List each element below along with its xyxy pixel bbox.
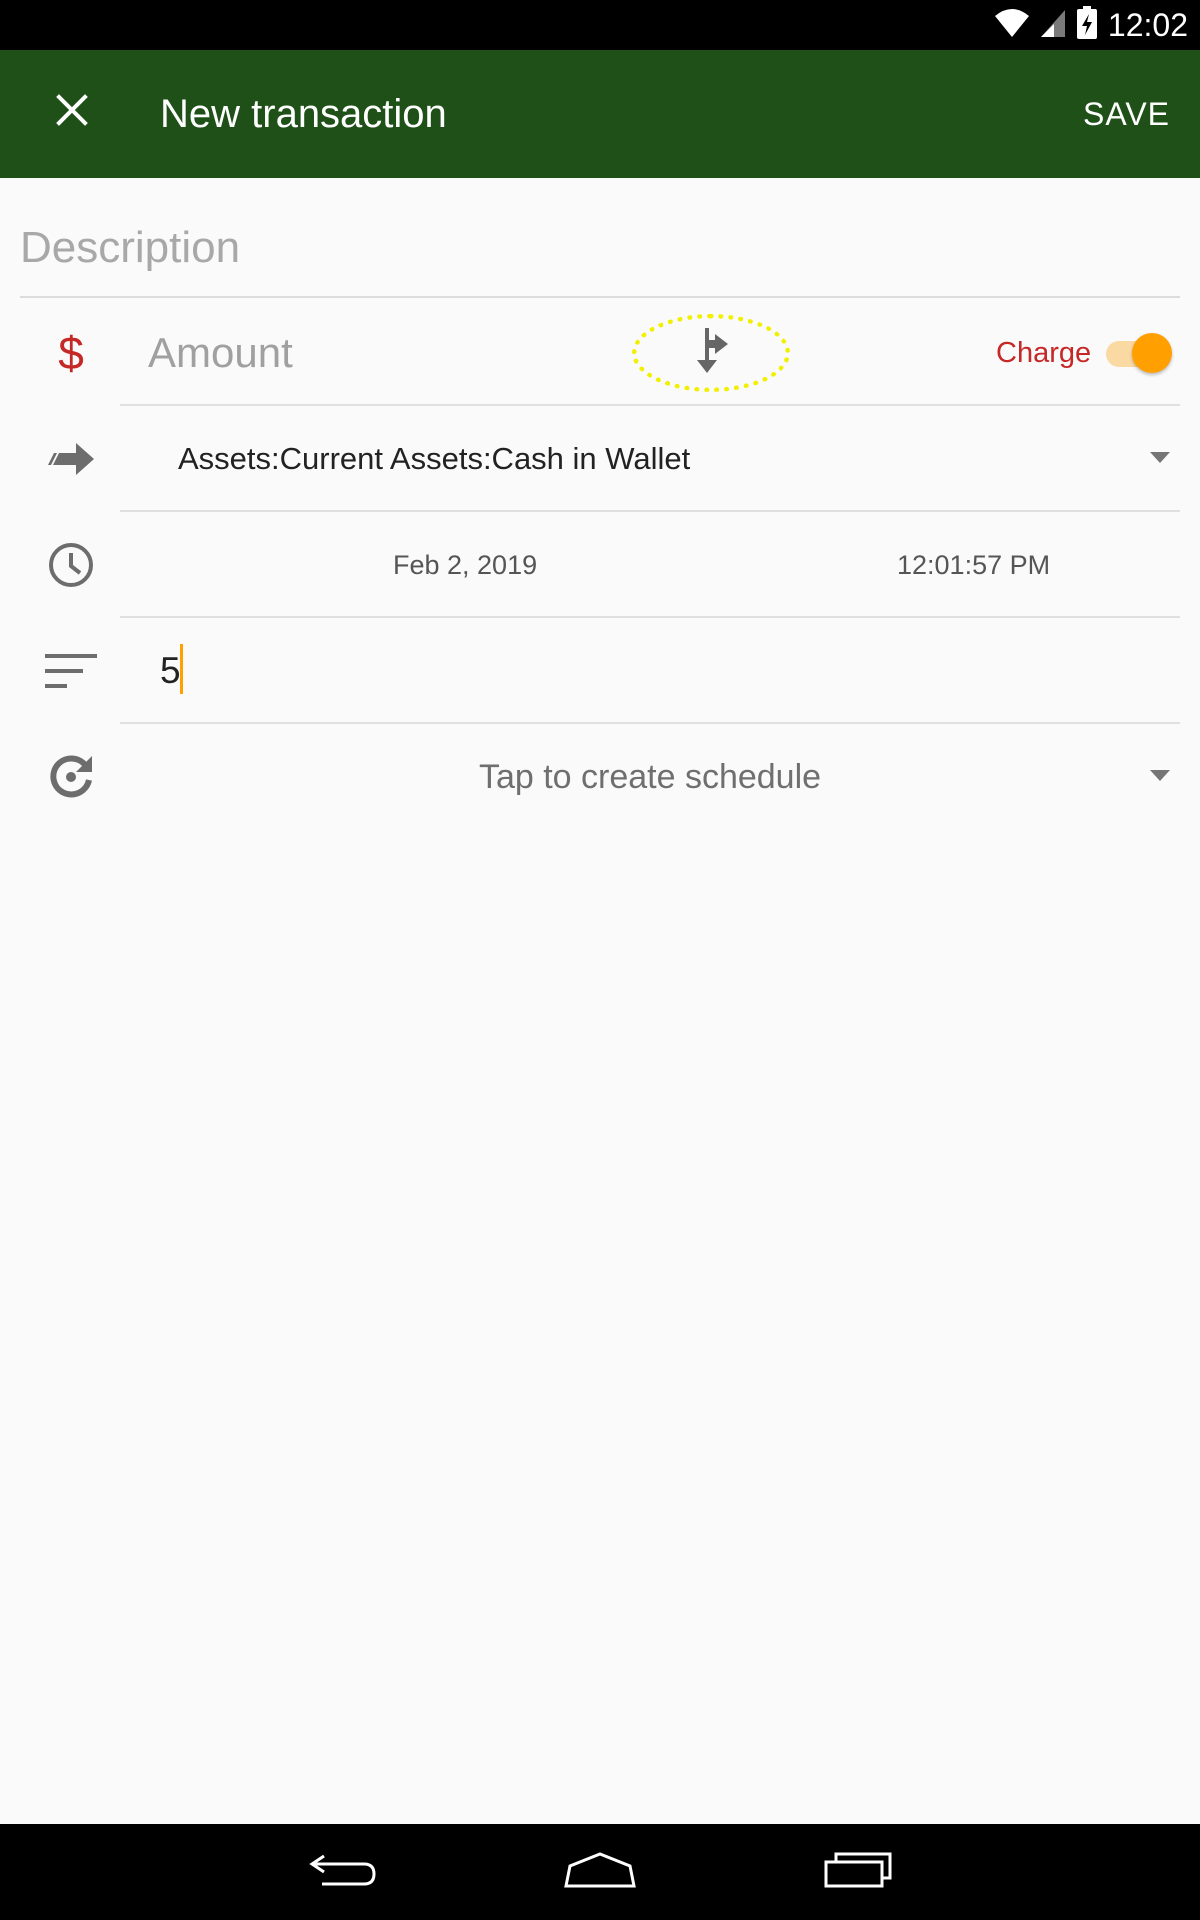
notes-row bbox=[0, 618, 1200, 724]
schedule-label: Tap to create schedule bbox=[478, 758, 822, 796]
amount-input[interactable] bbox=[148, 320, 588, 386]
account-spinner: Assets:Current Assets:Cash in Wallet bbox=[178, 441, 691, 476]
transfer-arrow-icon bbox=[36, 406, 106, 512]
datetime-row: Feb 2, 2019 12:01:57 PM bbox=[0, 512, 1200, 618]
recurrence-icon bbox=[36, 724, 106, 830]
date-picker[interactable]: Feb 2, 2019 bbox=[393, 512, 537, 618]
battery-charging-icon bbox=[1076, 5, 1098, 45]
home-button[interactable] bbox=[560, 1842, 640, 1902]
clock-icon bbox=[36, 512, 106, 618]
description-input[interactable] bbox=[20, 200, 1180, 298]
nav-bar bbox=[0, 1824, 1200, 1920]
split-transaction-icon bbox=[693, 327, 729, 379]
account-row[interactable]: Assets:Current Assets:Cash in Wallet bbox=[0, 406, 1200, 512]
back-button[interactable] bbox=[303, 1842, 383, 1902]
signal-icon bbox=[1040, 8, 1066, 43]
currency-icon: $ bbox=[36, 300, 106, 406]
recent-apps-button[interactable] bbox=[818, 1842, 898, 1902]
charge-label: Charge bbox=[996, 337, 1092, 369]
close-icon bbox=[55, 93, 89, 132]
notes-icon bbox=[36, 618, 106, 724]
text-cursor bbox=[180, 644, 183, 694]
amount-row: $ Charge bbox=[0, 300, 1200, 406]
status-time: 12:02 bbox=[1107, 6, 1188, 43]
wifi-icon bbox=[994, 8, 1030, 43]
status-icons: 12:02 bbox=[994, 0, 1188, 50]
charge-toggle[interactable] bbox=[1106, 333, 1172, 373]
split-transaction-button[interactable] bbox=[632, 314, 790, 392]
recent-apps-icon bbox=[822, 1850, 894, 1895]
status-bar: 12:02 bbox=[0, 0, 1200, 50]
toggle-thumb bbox=[1132, 333, 1172, 373]
app-bar: New transaction SAVE bbox=[0, 50, 1200, 178]
currency-symbol: $ bbox=[58, 327, 84, 379]
chevron-down-icon bbox=[1150, 452, 1170, 463]
time-picker[interactable]: 12:01:57 PM bbox=[897, 512, 1050, 618]
schedule-row[interactable]: Tap to create schedule bbox=[0, 724, 1200, 830]
chevron-down-icon bbox=[1150, 770, 1170, 781]
back-icon bbox=[308, 1850, 378, 1895]
save-button[interactable]: SAVE bbox=[1083, 50, 1170, 178]
notes-input[interactable] bbox=[160, 640, 1060, 702]
page-title: New transaction bbox=[160, 92, 447, 136]
close-button[interactable] bbox=[40, 80, 104, 144]
home-icon bbox=[562, 1850, 638, 1895]
